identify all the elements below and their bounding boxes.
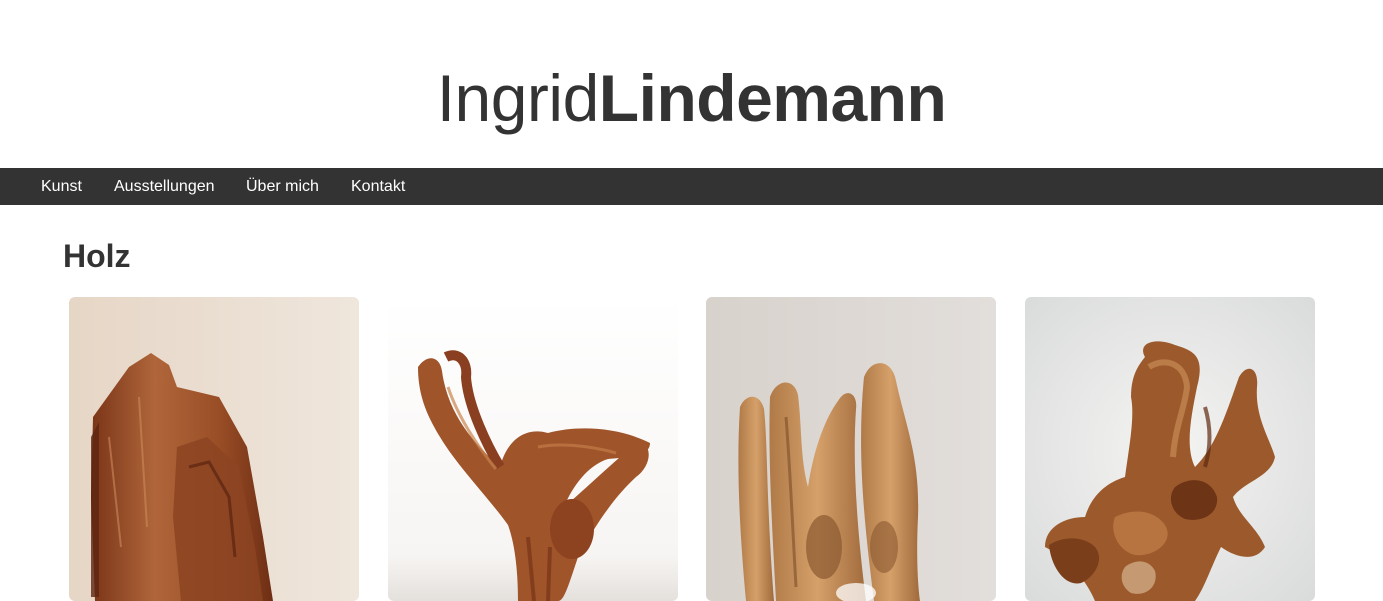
logo-first-name: Ingrid [436, 61, 600, 135]
wood-sculpture-photo-2 [388, 297, 678, 601]
site-header: IngridLindemann [0, 0, 1383, 168]
gallery-item-2[interactable] [388, 297, 678, 601]
gallery-item-4[interactable] [1025, 297, 1315, 601]
wood-sculpture-photo-4 [1025, 297, 1315, 601]
site-logo[interactable]: IngridLindemann [0, 58, 1383, 138]
gallery-item-1[interactable] [69, 297, 359, 601]
wood-sculpture-photo-3 [706, 297, 996, 601]
nav-item-ueber-mich[interactable]: Über mich [246, 168, 319, 205]
nav-item-ausstellungen[interactable]: Ausstellungen [114, 168, 215, 205]
page-title: Holz [63, 238, 131, 274]
wood-sculpture-photo-1 [69, 297, 359, 601]
gallery-item-3[interactable] [706, 297, 996, 601]
main-navigation: Kunst Ausstellungen Über mich Kontakt [0, 168, 1383, 205]
nav-item-kontakt[interactable]: Kontakt [351, 168, 405, 205]
logo-last-name: Lindemann [598, 61, 947, 135]
nav-item-kunst[interactable]: Kunst [41, 168, 82, 205]
